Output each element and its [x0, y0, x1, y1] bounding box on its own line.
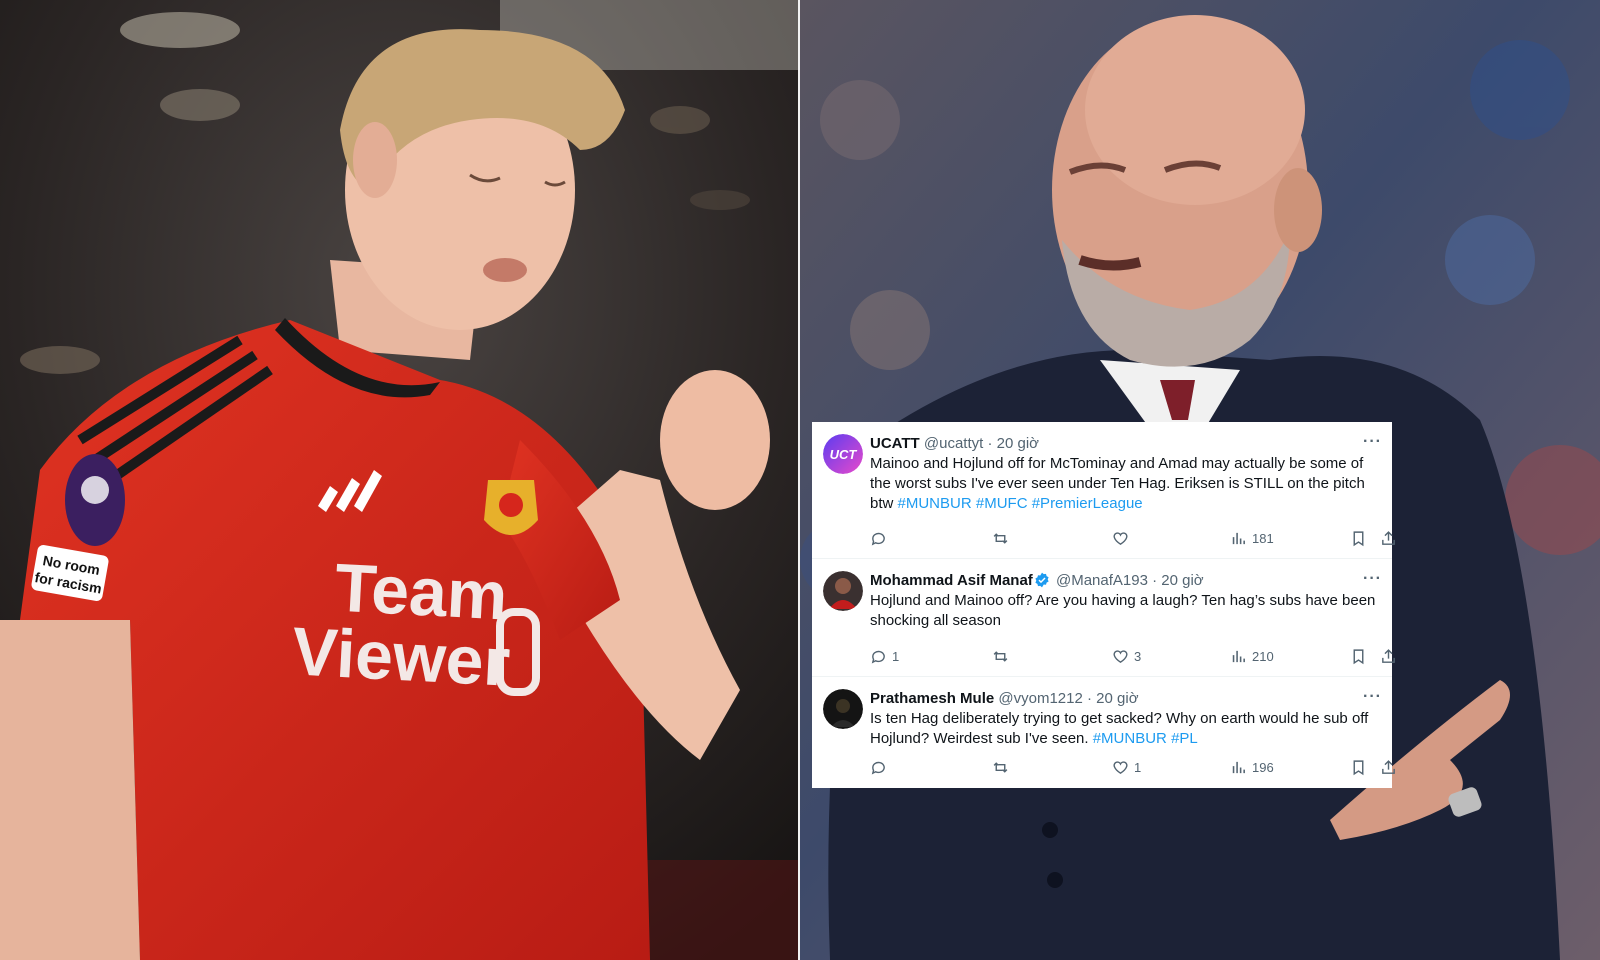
ucatt-logo-icon[interactable]: UCT [823, 434, 863, 474]
separator-dot: · [1087, 690, 1092, 707]
tweet-actions: 181 [870, 529, 1395, 547]
retweet-arrows-icon [993, 650, 1008, 662]
jersey-sponsor-line2: Viewer [290, 613, 512, 700]
heart-icon [1113, 531, 1128, 545]
bookmark-button[interactable] [1350, 529, 1367, 547]
like-count: 3 [1134, 648, 1142, 664]
tweet-header: UCATT @ucattyt · 20 giờ [870, 434, 1362, 453]
share-upload-icon [1382, 759, 1395, 774]
author-handle[interactable]: @ucattyt [924, 435, 983, 452]
author-name[interactable]: UCATT [870, 435, 920, 452]
views-bars-icon [1232, 761, 1245, 773]
reply-button[interactable] [870, 758, 892, 776]
hashtag-link[interactable]: #PL [1171, 730, 1198, 747]
view-count: 181 [1252, 530, 1274, 546]
tweet-header: Prathamesh Mule @vyom1212 · 20 giờ [870, 689, 1362, 708]
verified-badge-icon [1035, 572, 1049, 588]
author-name[interactable]: Prathamesh Mule [870, 690, 994, 707]
more-dots-icon[interactable]: ··· [1363, 434, 1382, 450]
tweet-actions: 1 196 [870, 758, 1395, 776]
tweet-card[interactable]: UCT UCATT @ucattyt · 20 giờ ··· Mainoo a… [812, 422, 1395, 559]
share-button[interactable] [1380, 529, 1397, 547]
retweet-arrows-icon [993, 761, 1008, 773]
more-dots-icon[interactable]: ··· [1363, 689, 1382, 705]
retweet-button[interactable] [992, 529, 1014, 547]
views-bars-icon [1232, 532, 1245, 544]
share-upload-icon [1382, 648, 1395, 663]
bookmark-icon [1353, 759, 1364, 775]
author-handle[interactable]: @vyom1212 [998, 690, 1082, 707]
tweet-time[interactable]: 20 giờ [1096, 690, 1138, 707]
separator-dot: · [987, 435, 993, 452]
views-button[interactable]: 196 [1230, 758, 1274, 776]
bookmark-icon [1353, 648, 1364, 664]
tweets-screenshot-panel: UCT UCATT @ucattyt · 20 giờ ··· Mainoo a… [812, 422, 1395, 788]
tweet-text: Is ten Hag deliberately trying to get sa… [870, 709, 1378, 749]
tweet-time[interactable]: 20 giờ [1161, 572, 1203, 589]
tweet-time[interactable]: 20 giờ [997, 435, 1039, 452]
tweet-actions: 1 3 210 [870, 647, 1395, 665]
tweet-card[interactable]: Mohammad Asif Manaf @ManafA193 · 20 giờ … [812, 559, 1395, 677]
more-dots-icon[interactable]: ··· [1363, 571, 1382, 587]
reply-bubble-icon [871, 532, 885, 545]
hashtag-link[interactable]: #MUNBUR [1093, 730, 1167, 747]
avatar-text: UCT [830, 447, 858, 462]
tweet-card[interactable]: Prathamesh Mule @vyom1212 · 20 giờ ··· I… [812, 677, 1395, 788]
view-count: 196 [1252, 759, 1274, 775]
retweet-button[interactable] [992, 647, 1014, 665]
views-button[interactable]: 210 [1230, 647, 1274, 665]
share-upload-icon [1382, 530, 1395, 545]
user-photo-icon[interactable] [823, 689, 863, 729]
hashtag-link[interactable]: #MUNBUR [898, 495, 972, 512]
share-button[interactable] [1380, 647, 1397, 665]
player-illustration: No room for racism Team Viewer [0, 0, 798, 960]
views-bars-icon [1232, 650, 1245, 662]
tweet-text: Mainoo and Hojlund off for McTominay and… [870, 454, 1378, 514]
user-photo-icon[interactable] [823, 571, 863, 611]
like-count: 1 [1134, 759, 1142, 775]
bookmark-button[interactable] [1350, 647, 1367, 665]
left-player-photo: No room for racism Team Viewer [0, 0, 798, 960]
tweet-header: Mohammad Asif Manaf @ManafA193 · 20 giờ [870, 571, 1362, 590]
league-badge [65, 454, 125, 546]
tweet-body: Hojlund and Mainoo off? Are you having a… [870, 592, 1376, 629]
retweet-arrows-icon [993, 532, 1008, 544]
reply-bubble-icon [871, 650, 885, 663]
retweet-button[interactable] [992, 758, 1014, 776]
reply-count: 1 [892, 648, 900, 664]
heart-icon [1113, 760, 1128, 774]
reply-button[interactable]: 1 [870, 647, 899, 665]
heart-icon [1113, 649, 1128, 663]
tweet-text: Hojlund and Mainoo off? Are you having a… [870, 591, 1378, 631]
share-button[interactable] [1380, 758, 1397, 776]
reply-bubble-icon [871, 761, 885, 774]
like-button[interactable]: 1 [1112, 758, 1141, 776]
like-button[interactable] [1112, 529, 1134, 547]
separator-dot: · [1152, 572, 1158, 589]
bookmark-icon [1353, 530, 1364, 546]
author-name[interactable]: Mohammad Asif Manaf [870, 572, 1033, 589]
hashtag-link[interactable]: #PremierLeague [1032, 495, 1143, 512]
like-button[interactable]: 3 [1112, 647, 1141, 665]
view-count: 210 [1252, 648, 1274, 664]
author-handle[interactable]: @ManafA193 [1056, 572, 1148, 589]
views-button[interactable]: 181 [1230, 529, 1274, 547]
club-crest [484, 480, 538, 535]
hashtag-link[interactable]: #MUFC [976, 495, 1028, 512]
reply-button[interactable] [870, 529, 892, 547]
bookmark-button[interactable] [1350, 758, 1367, 776]
